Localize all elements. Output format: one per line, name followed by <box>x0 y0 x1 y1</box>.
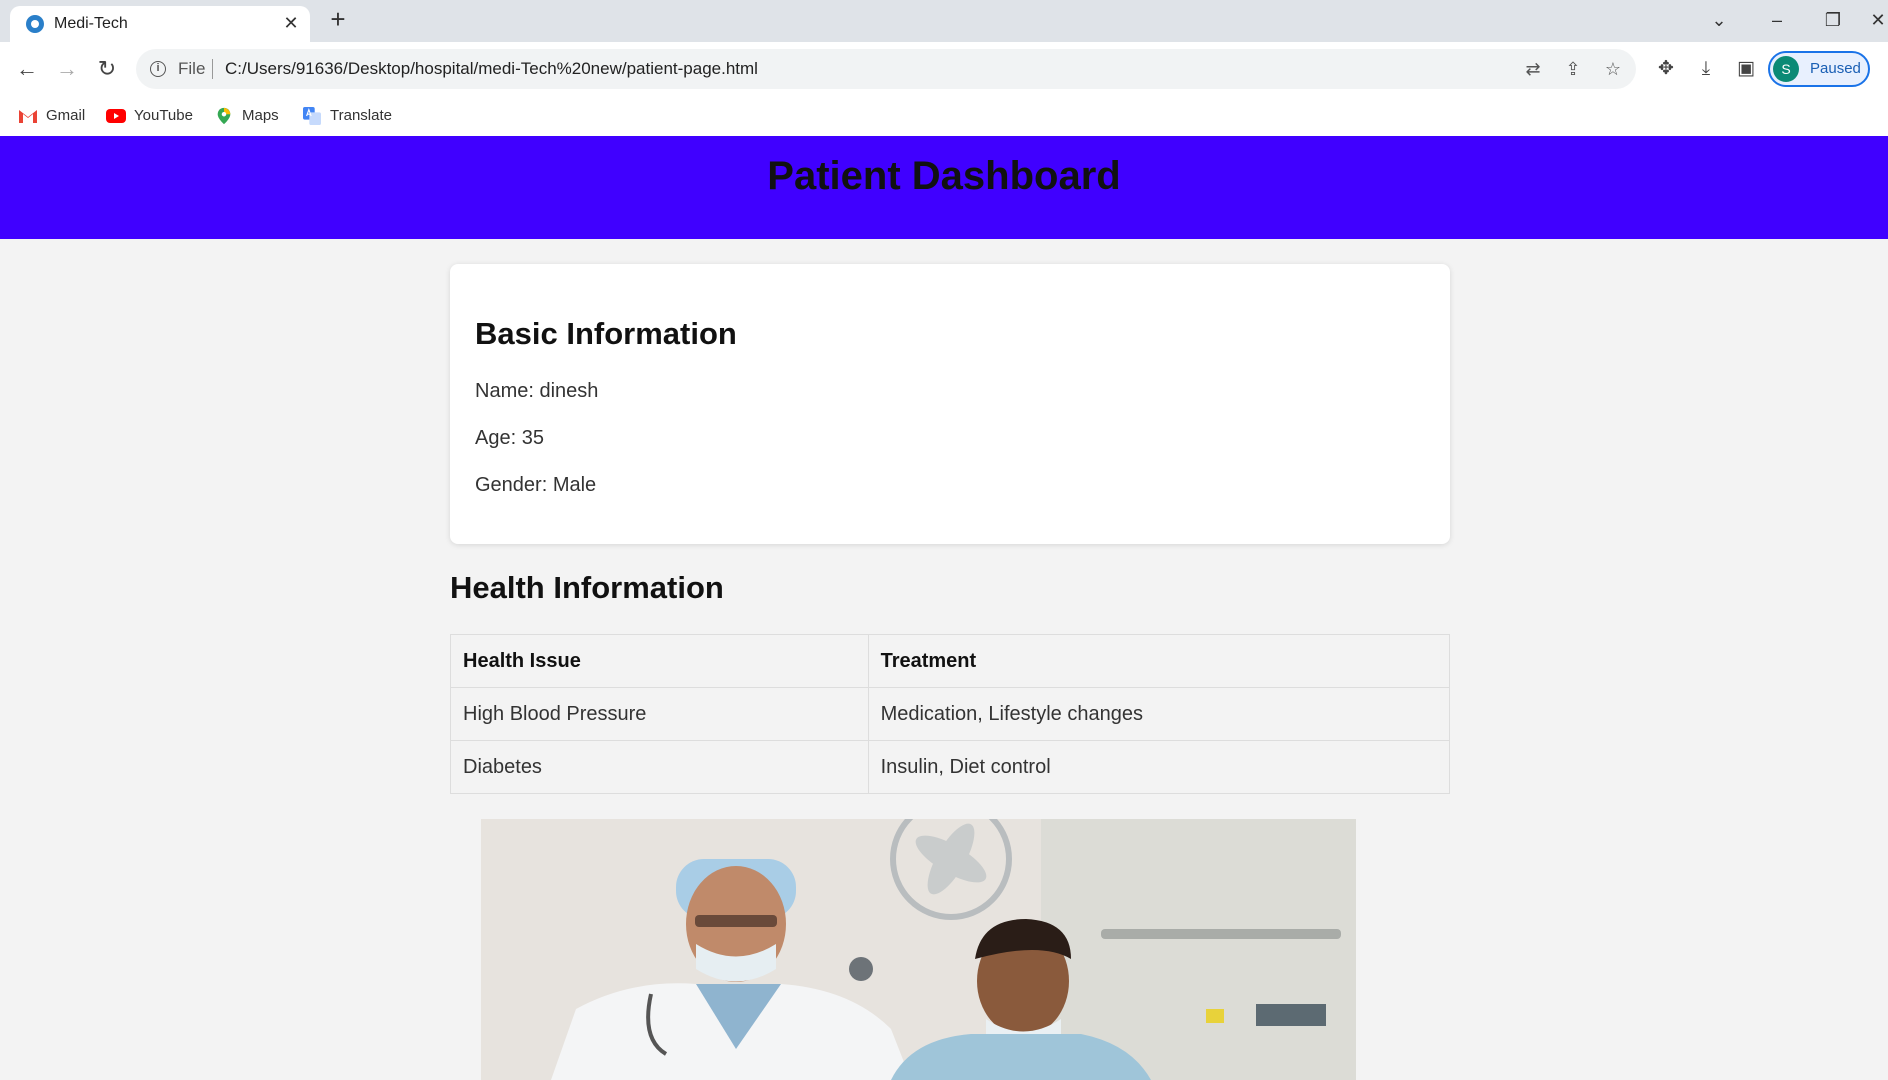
restore-icon[interactable]: ❐ <box>1818 6 1848 34</box>
bookmarks-bar: Gmail YouTube Maps Translate <box>0 96 1888 136</box>
bookmark-gmail[interactable]: Gmail <box>18 104 88 128</box>
bookmark-label: Maps <box>242 107 279 124</box>
forward-icon[interactable]: → <box>52 54 82 84</box>
reload-icon[interactable]: ↻ <box>92 54 122 84</box>
treatment-cell: Medication, Lifestyle changes <box>867 687 1451 741</box>
tab-title: Medi-Tech <box>54 15 128 32</box>
column-header-treatment: Treatment <box>867 634 1451 688</box>
close-window-icon[interactable]: ✕ <box>1868 6 1888 34</box>
table-row: Diabetes Insulin, Diet control <box>450 740 1451 794</box>
photo-illustration <box>481 819 1356 1080</box>
extensions-icon[interactable]: ✥ <box>1652 55 1680 83</box>
bookmark-label: Translate <box>330 107 392 124</box>
side-panel-icon[interactable]: ▣ <box>1732 55 1760 83</box>
page-title: Patient Dashboard <box>767 154 1121 198</box>
bookmark-label: Gmail <box>46 107 86 124</box>
site-favicon-icon <box>26 15 44 33</box>
table-row: High Blood Pressure Medication, Lifestyl… <box>450 687 1451 741</box>
patient-name: Name: dinesh <box>475 380 599 402</box>
profile-status: Paused <box>1810 60 1861 77</box>
address-separator <box>212 59 213 79</box>
bookmark-label: YouTube <box>134 107 193 124</box>
scheme-label: File <box>178 59 206 78</box>
address-bar[interactable]: i File C:/Users/91636/Desktop/hospital/m… <box>136 49 1636 89</box>
bookmark-translate[interactable]: Translate <box>302 104 392 128</box>
translate-page-icon[interactable]: ⇄ <box>1522 58 1544 80</box>
column-header-health-issue: Health Issue <box>450 634 869 688</box>
avatar: S <box>1773 56 1799 82</box>
translate-icon <box>303 107 321 125</box>
gmail-icon <box>19 110 37 123</box>
share-icon[interactable]: ⇪ <box>1562 58 1584 80</box>
url-text[interactable]: C:/Users/91636/Desktop/hospital/medi-Tec… <box>225 59 758 79</box>
browser-tab[interactable]: Medi-Tech ✕ <box>10 6 310 42</box>
doctor-patient-photo <box>481 819 1356 1080</box>
table-header-row: Health Issue Treatment <box>450 634 1451 688</box>
health-information-heading: Health Information <box>450 570 724 605</box>
bookmark-star-icon[interactable]: ☆ <box>1602 58 1624 80</box>
browser-tab-strip: Medi-Tech ✕ + ⌄ – ❐ ✕ <box>0 0 1888 42</box>
patient-age: Age: 35 <box>475 427 544 449</box>
bookmark-maps[interactable]: Maps <box>214 104 284 128</box>
maps-icon <box>217 107 231 125</box>
bookmark-youtube[interactable]: YouTube <box>106 104 196 128</box>
minimize-icon[interactable]: – <box>1762 6 1792 34</box>
health-issue-cell: Diabetes <box>450 740 869 794</box>
profile-button[interactable]: S Paused <box>1768 51 1870 87</box>
back-icon[interactable]: ← <box>12 54 42 84</box>
browser-toolbar: ← → ↻ i File C:/Users/91636/Desktop/hosp… <box>0 42 1888 96</box>
site-info-icon[interactable]: i <box>150 61 166 77</box>
download-icon[interactable]: ⤓ <box>1692 55 1720 83</box>
basic-information-card: Basic Information Name: dinesh Age: 35 G… <box>450 264 1450 544</box>
health-issue-cell: High Blood Pressure <box>450 687 869 741</box>
health-information-table: Health Issue Treatment High Blood Pressu… <box>450 634 1451 794</box>
page-header: Patient Dashboard <box>0 136 1888 239</box>
basic-information-heading: Basic Information <box>475 316 737 351</box>
tab-search-icon[interactable]: ⌄ <box>1704 6 1734 34</box>
close-tab-icon[interactable]: ✕ <box>280 12 302 34</box>
treatment-cell: Insulin, Diet control <box>867 740 1451 794</box>
new-tab-button[interactable]: + <box>324 6 352 34</box>
patient-gender: Gender: Male <box>475 474 597 496</box>
youtube-icon <box>106 109 126 123</box>
